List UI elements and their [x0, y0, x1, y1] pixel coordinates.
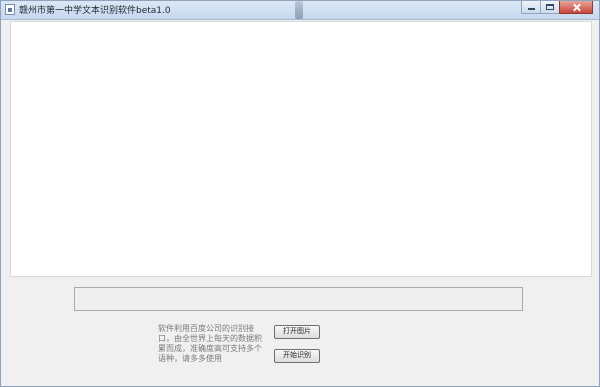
- title-bar[interactable]: 赣州市第一中学文本识别软件beta1.0: [1, 1, 599, 20]
- minimize-icon[interactable]: [521, 1, 541, 14]
- drag-handle-icon: [295, 1, 303, 19]
- image-preview-area: [10, 21, 592, 277]
- open-image-button[interactable]: 打开图片: [274, 325, 320, 339]
- window-title: 赣州市第一中学文本识别软件beta1.0: [19, 6, 171, 16]
- close-icon[interactable]: [559, 1, 593, 14]
- app-window: 赣州市第一中学文本识别软件beta1.0 软件利用百度公司的识别接口，由全世界上…: [0, 0, 600, 387]
- app-icon: [5, 4, 15, 15]
- recognition-result-field[interactable]: [74, 287, 523, 311]
- info-text: 软件利用百度公司的识别接口，由全世界上每天的数据积累而成，准确度高可支持多个语种…: [158, 324, 262, 363]
- window-controls: [521, 1, 593, 15]
- start-recognition-button[interactable]: 开始识别: [274, 349, 320, 363]
- maximize-icon[interactable]: [540, 1, 560, 14]
